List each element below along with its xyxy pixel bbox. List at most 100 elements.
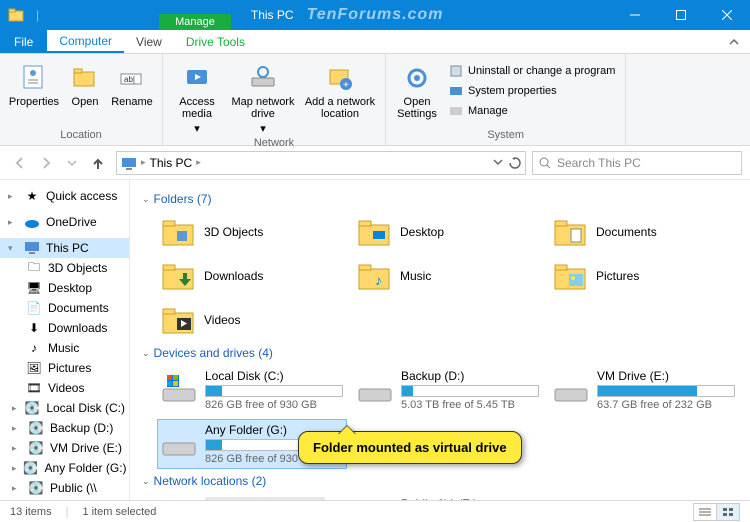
sidebar-item-this-pc[interactable]: ▾This PC — [0, 238, 129, 258]
sidebar-item-backup-d[interactable]: ▸💽Backup (D:) — [0, 418, 129, 438]
ribbon-group-system: Open Settings Uninstall or change a prog… — [386, 54, 626, 145]
drive-icon — [357, 369, 393, 405]
drive-local-c[interactable]: Local Disk (C:)826 GB free of 930 GB — [158, 366, 346, 414]
chevron-right-icon: ▸ — [8, 191, 18, 202]
cloud-icon — [24, 214, 40, 230]
drive-icon: 💽 — [24, 400, 40, 416]
music-icon: ♪ — [26, 340, 42, 356]
folder-pictures[interactable]: Pictures — [550, 256, 738, 296]
rename-icon: ab| — [116, 62, 148, 94]
network-location-public-z[interactable]: Public (\\ ) (Z:)7.13 TB free of 7.21 TB — [354, 494, 542, 500]
pc-icon — [24, 240, 40, 256]
breadcrumb-this-pc[interactable]: This PC — [150, 156, 193, 170]
system-properties-button[interactable]: System properties — [444, 82, 619, 100]
sidebar-item-any-folder-g[interactable]: ▸💽Any Folder (G:) — [0, 458, 129, 478]
sidebar-item-quick-access[interactable]: ▸★Quick access — [0, 186, 129, 206]
drive-vm-e[interactable]: VM Drive (E:)63.7 GB free of 232 GB — [550, 366, 738, 414]
status-item-count: 13 items — [10, 506, 52, 518]
folder-icon — [160, 302, 196, 338]
properties-icon — [18, 62, 50, 94]
media-icon — [181, 62, 213, 94]
network-drive-icon: 💽 — [28, 480, 44, 496]
chevron-right-icon: ▸ — [12, 463, 17, 474]
sidebar-item-desktop[interactable]: 🖥Desktop — [0, 278, 129, 298]
sidebar-item-documents[interactable]: 📄Documents — [0, 298, 129, 318]
section-network-header[interactable]: ⌄Network locations (2) — [142, 474, 738, 488]
chevron-right-icon: ▸ — [196, 157, 201, 168]
access-media-button[interactable]: Access media▾ — [169, 58, 225, 135]
thumbnails-view-button[interactable] — [716, 503, 740, 521]
sidebar-item-3d-objects[interactable]: 🗀3D Objects — [0, 258, 129, 278]
recent-locations-button[interactable] — [60, 151, 84, 175]
drive-backup-d[interactable]: Backup (D:)5.03 TB free of 5.45 TB — [354, 366, 542, 414]
network-location-wd[interactable]: WD — [158, 494, 346, 500]
documents-icon: 📄 — [26, 300, 42, 316]
system-properties-icon — [448, 83, 464, 99]
forward-button[interactable] — [34, 151, 58, 175]
navigation-pane[interactable]: ▸★Quick access ▸OneDrive ▾This PC 🗀3D Ob… — [0, 180, 130, 500]
drive-icon: 💽 — [28, 420, 44, 436]
search-box[interactable]: Search This PC — [532, 151, 742, 175]
chevron-right-icon: ▸ — [141, 157, 146, 168]
up-button[interactable] — [86, 151, 110, 175]
sidebar-item-local-disk-c[interactable]: ▸💽Local Disk (C:) — [0, 398, 129, 418]
tab-view[interactable]: View — [124, 30, 174, 53]
add-network-location-button[interactable]: + Add a network location — [301, 58, 379, 135]
title-bar: | Manage This PC TenForums.com — [0, 0, 750, 30]
section-drives-header[interactable]: ⌄Devices and drives (4) — [142, 346, 738, 360]
window-title: This PC — [251, 8, 294, 22]
folder-icon — [552, 214, 588, 250]
close-button[interactable] — [704, 0, 750, 30]
rename-button[interactable]: ab| Rename — [108, 58, 156, 127]
file-tab[interactable]: File — [0, 30, 47, 53]
section-folders-header[interactable]: ⌄Folders (7) — [142, 192, 738, 206]
properties-button[interactable]: Properties — [6, 58, 62, 127]
status-selected-count: 1 item selected — [82, 506, 156, 518]
open-button[interactable]: Open — [64, 58, 106, 127]
sidebar-item-onedrive[interactable]: ▸OneDrive — [0, 212, 129, 232]
refresh-button[interactable] — [509, 157, 521, 169]
svg-text:+: + — [343, 80, 349, 91]
folder-videos[interactable]: Videos — [158, 300, 346, 340]
manage-button[interactable]: Manage — [444, 102, 619, 120]
collapse-ribbon-button[interactable] — [718, 30, 750, 53]
sidebar-item-pictures[interactable]: 🖼Pictures — [0, 358, 129, 378]
address-bar[interactable]: ▸ This PC ▸ — [116, 151, 526, 175]
details-view-button[interactable] — [693, 503, 717, 521]
chevron-down-icon: ⌄ — [142, 476, 150, 487]
minimize-button[interactable] — [612, 0, 658, 30]
drive-icon: 💽 — [23, 460, 39, 476]
downloads-icon: ⬇ — [26, 320, 42, 336]
content-pane[interactable]: ⌄Folders (7) 3D Objects Desktop Document… — [130, 180, 750, 500]
tab-computer[interactable]: Computer — [47, 30, 124, 53]
uninstall-program-button[interactable]: Uninstall or change a program — [444, 62, 619, 80]
folder-icon — [356, 214, 392, 250]
folder-documents[interactable]: Documents — [550, 212, 738, 252]
folder-icon — [160, 258, 196, 294]
sidebar-item-music[interactable]: ♪Music — [0, 338, 129, 358]
sidebar-item-public-share[interactable]: ▸💽Public (\\ — [0, 478, 129, 498]
this-pc-icon — [121, 155, 137, 171]
back-button[interactable] — [8, 151, 32, 175]
open-icon — [69, 62, 101, 94]
folder-desktop[interactable]: Desktop — [354, 212, 542, 252]
dropdown-button[interactable] — [493, 157, 503, 169]
sidebar-item-videos[interactable]: 🎞Videos — [0, 378, 129, 398]
sidebar-item-vm-drive-e[interactable]: ▸💽VM Drive (E:) — [0, 438, 129, 458]
svg-text:♪: ♪ — [375, 272, 382, 288]
map-drive-button[interactable]: Map network drive▾ — [227, 58, 299, 135]
sidebar-item-downloads[interactable]: ⬇Downloads — [0, 318, 129, 338]
folder-downloads[interactable]: Downloads — [158, 256, 346, 296]
folder-music[interactable]: ♪Music — [354, 256, 542, 296]
videos-icon: 🎞 — [26, 380, 42, 396]
contextual-tab-manage[interactable]: Manage — [159, 14, 231, 30]
star-icon: ★ — [24, 188, 40, 204]
drive-icon — [553, 369, 589, 405]
folder-3d-objects[interactable]: 3D Objects — [158, 212, 346, 252]
maximize-button[interactable] — [658, 0, 704, 30]
annotation-callout: Folder mounted as virtual drive — [298, 431, 522, 464]
address-bar-row: ▸ This PC ▸ Search This PC — [0, 146, 750, 180]
tab-drive-tools[interactable]: Drive Tools — [174, 30, 257, 53]
open-settings-button[interactable]: Open Settings — [392, 58, 442, 127]
chevron-right-icon: ▸ — [8, 217, 18, 228]
